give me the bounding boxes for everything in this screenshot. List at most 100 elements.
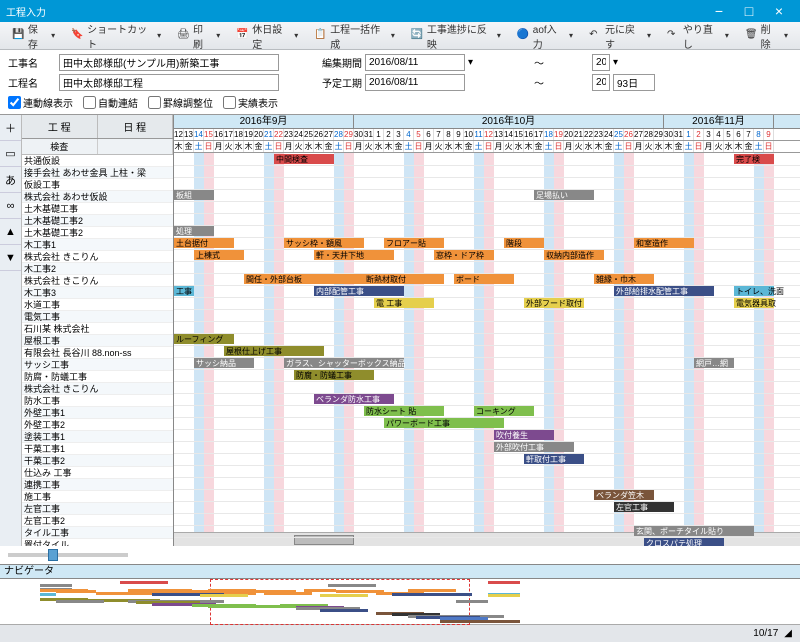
task-row[interactable]: 土木基礎工事2 (22, 215, 173, 227)
move-up-tool[interactable]: ▲ (0, 219, 21, 245)
task-row[interactable]: 防腐・防蟻工事 (22, 371, 173, 383)
gantt-bar[interactable]: 階段 (504, 238, 544, 248)
gantt-bar[interactable]: パワーボード工事 (384, 418, 504, 428)
gantt-bar[interactable]: 吹付養生 (494, 430, 554, 440)
gantt-bar[interactable]: 窓枠・ドア枠 (434, 250, 494, 260)
task-row[interactable]: 置付タイル (22, 539, 173, 546)
task-row[interactable]: 電気工事 (22, 311, 173, 323)
gantt-bar[interactable]: 外部吹付工事 (494, 442, 574, 452)
gantt-bar[interactable]: 工事 (174, 286, 194, 296)
gantt-bar[interactable]: 板組 (174, 190, 214, 200)
task-row[interactable]: 塗装工事1 (22, 431, 173, 443)
print-button[interactable]: 🖨印刷▾ (171, 18, 226, 54)
gantt-bar[interactable]: 外部給排水配管工事 (614, 286, 714, 296)
check-自動連結[interactable]: 自動連結 (83, 95, 138, 110)
batch-button[interactable]: 📋工程一括作成▾ (308, 18, 401, 54)
gantt-bar[interactable]: 屋根仕上げ工事 (224, 346, 324, 356)
task-row[interactable]: 屋根工事 (22, 335, 173, 347)
task-row[interactable]: 仮設工事 (22, 179, 173, 191)
task-row[interactable]: 土木基礎工事 (22, 203, 173, 215)
task-row[interactable]: 外壁工事2 (22, 419, 173, 431)
gantt-bar[interactable]: 防腐・防蟻工事 (294, 370, 374, 380)
add-process-tool[interactable]: ＋ (0, 115, 21, 141)
gantt-bar[interactable]: フロアー貼 (384, 238, 444, 248)
task-row[interactable]: 接手会社 あわせ金具 上柱・梁 (22, 167, 173, 179)
process-name-input[interactable] (59, 74, 279, 91)
task-row[interactable]: 施工事 (22, 491, 173, 503)
delete-button[interactable]: 🗑削除▾ (739, 18, 794, 54)
text-tool[interactable]: あ (0, 167, 21, 193)
gantt-bar[interactable]: 完了検 (734, 154, 774, 164)
gantt-bar[interactable]: 網戸…網 (694, 358, 734, 368)
gantt-bar[interactable]: 中間検査 (274, 154, 334, 164)
gantt-bar[interactable]: 内部配管工事 (314, 286, 404, 296)
convert-button[interactable]: 🔄工事進捗に反映▾ (405, 18, 507, 54)
work-name-input[interactable] (59, 54, 279, 71)
plan-from-input[interactable] (365, 74, 465, 91)
task-row[interactable]: 干菓工事2 (22, 455, 173, 467)
gantt-bar[interactable]: クロスパテ処理 (644, 538, 724, 546)
task-row[interactable]: 左官工事2 (22, 515, 173, 527)
zoom-slider[interactable] (8, 553, 128, 557)
task-row[interactable]: 石川某 株式会社 (22, 323, 173, 335)
task-row[interactable]: 連携工事 (22, 479, 173, 491)
gantt-bar[interactable]: 雑縁・巾木 (594, 274, 654, 284)
gantt-bar[interactable]: 電 工事 (374, 298, 434, 308)
gantt-bar[interactable]: トイレ、洗面 (734, 286, 774, 296)
gantt-bar[interactable]: 土台据付 (174, 238, 234, 248)
edit-to-picker-icon[interactable]: ▾ (613, 57, 655, 68)
gantt-bar[interactable]: サッシ納品 (194, 358, 254, 368)
gantt-bar[interactable]: 軒・天井下地 (314, 250, 394, 260)
gantt-bar[interactable]: 上棟式 (194, 250, 244, 260)
task-row[interactable]: 木工事3 (22, 287, 173, 299)
gantt-bar[interactable]: 断熱材取付 (364, 274, 444, 284)
task-row[interactable]: 左官工事 (22, 503, 173, 515)
gantt-bar[interactable]: ボード (454, 274, 514, 284)
task-row[interactable]: 株式会社 きこりん (22, 251, 173, 263)
gantt-bar[interactable]: ガラス、シャッターボックス納品 (284, 358, 404, 368)
shortcut-button[interactable]: 🔖ショートカット▾ (65, 18, 167, 54)
task-row[interactable]: 水道工事 (22, 299, 173, 311)
gantt-bar[interactable]: 軒取付工事 (524, 454, 584, 464)
minimize-button[interactable]: − (704, 3, 734, 19)
gantt-bar[interactable]: 電気器具取 (734, 298, 774, 308)
gantt-bar[interactable]: 左官工事 (614, 502, 674, 512)
select-tool[interactable]: ▭ (0, 141, 21, 167)
link-tool[interactable]: ∞ (0, 193, 21, 219)
aof-button[interactable]: 🔵aof入力▾ (511, 18, 579, 54)
close-button[interactable]: × (764, 3, 794, 19)
task-row[interactable]: 仕込み 工事 (22, 467, 173, 479)
task-row[interactable]: タイル工事 (22, 527, 173, 539)
undo-button[interactable]: ↶元に戻す▾ (583, 18, 657, 54)
gantt-bar[interactable]: コーキング (474, 406, 534, 416)
gantt-bar[interactable]: ベランダ笠木 (594, 490, 654, 500)
check-実績表示[interactable]: 実績表示 (223, 95, 278, 110)
gantt-bar[interactable]: 和室造作 (634, 238, 694, 248)
gantt-bar[interactable]: ルーフィング (174, 334, 234, 344)
task-row[interactable]: 木工事2 (22, 263, 173, 275)
save-button[interactable]: 💾保存▾ (6, 18, 61, 54)
gantt-bar[interactable]: 玄関、ポーチタイル貼り (634, 526, 754, 536)
task-row[interactable]: 外壁工事1 (22, 407, 173, 419)
gantt-bar[interactable]: 処理 (174, 226, 214, 236)
gantt-bar[interactable]: ベランダ防水工事 (314, 394, 394, 404)
redo-button[interactable]: ↷やり直し▾ (661, 18, 735, 54)
move-down-tool[interactable]: ▼ (0, 245, 21, 271)
task-row[interactable]: 防水工事 (22, 395, 173, 407)
task-row[interactable]: 木工事1 (22, 239, 173, 251)
task-row[interactable]: サッシ工事 (22, 359, 173, 371)
check-罫線調整位[interactable]: 罫線調整位 (148, 95, 213, 110)
edit-from-picker-icon[interactable]: ▾ (468, 57, 486, 68)
maximize-button[interactable]: □ (734, 3, 764, 19)
gantt-bar[interactable]: 防水シート 貼 (364, 406, 444, 416)
gantt-bar[interactable]: 外部フード取付 (524, 298, 584, 308)
task-row[interactable]: 株式会社 あわせ仮設 (22, 191, 173, 203)
edit-from-input[interactable] (365, 54, 465, 71)
task-row[interactable]: 株式会社 きこりん (22, 275, 173, 287)
task-row[interactable]: 株式会社 きこりん (22, 383, 173, 395)
gantt-bar[interactable]: 収納内部造作 (544, 250, 604, 260)
edit-to-input[interactable] (592, 54, 610, 71)
status-resize-grip-icon[interactable]: ◢ (784, 628, 792, 639)
gantt-bar[interactable]: サッシ枠・額風 (284, 238, 364, 248)
task-row[interactable]: 土木基礎工事2 (22, 227, 173, 239)
